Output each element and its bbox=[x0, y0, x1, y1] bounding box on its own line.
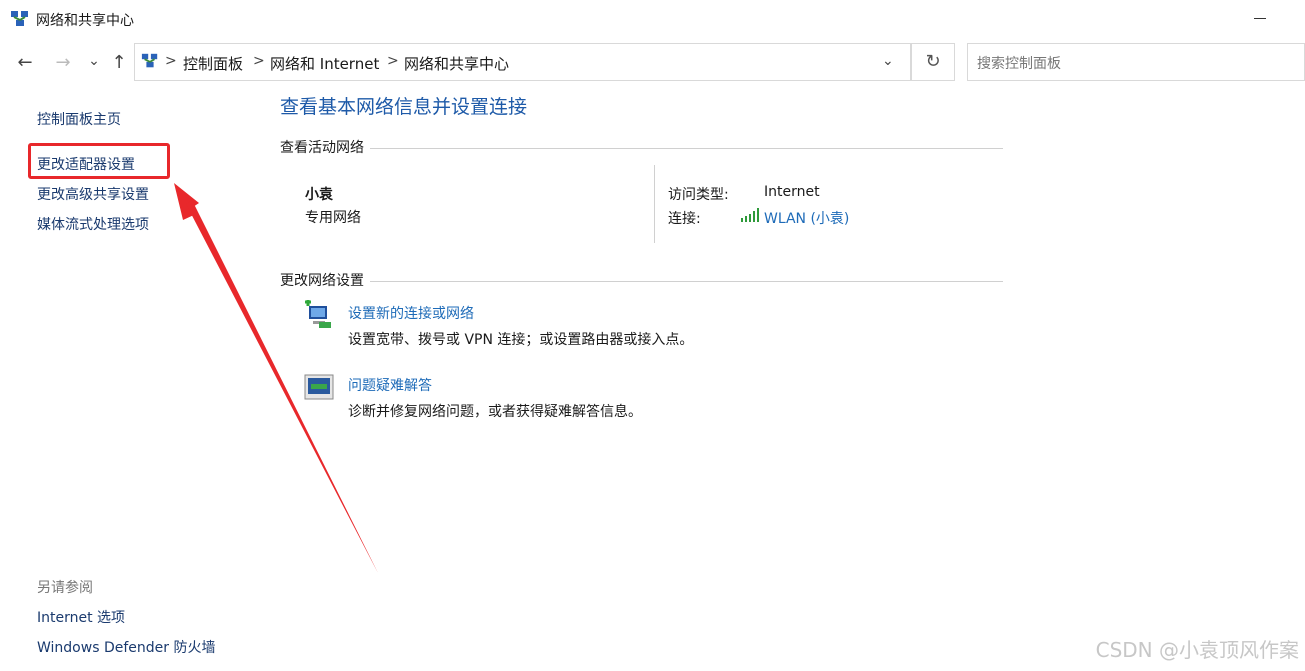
see-also-firewall[interactable]: Windows Defender 防火墙 bbox=[37, 637, 215, 657]
breadcrumb-network-center[interactable]: 网络和共享中心 bbox=[404, 53, 509, 74]
connection-label: 连接: bbox=[668, 211, 701, 227]
setup-new-connection-link[interactable]: 设置新的连接或网络 bbox=[348, 303, 474, 323]
title-bar bbox=[0, 0, 1305, 40]
vertical-divider bbox=[654, 165, 655, 243]
breadcrumb-separator: > bbox=[165, 53, 177, 69]
control-panel-icon bbox=[141, 53, 158, 68]
access-type-label: 访问类型: bbox=[668, 187, 729, 203]
watermark-text: CSDN @小袁顶风作案 bbox=[1095, 638, 1299, 662]
see-also-internet-options[interactable]: Internet 选项 bbox=[37, 607, 125, 627]
breadcrumb-separator: > bbox=[253, 53, 265, 69]
breadcrumb-separator: > bbox=[387, 53, 399, 69]
highlight-box bbox=[28, 143, 170, 179]
address-bar[interactable] bbox=[134, 43, 911, 81]
sidebar-item-home[interactable]: 控制面板主页 bbox=[37, 109, 121, 129]
breadcrumb-control-panel[interactable]: 控制面板 bbox=[183, 53, 243, 74]
section-divider bbox=[280, 148, 1003, 149]
change-settings-heading: 更改网络设置 bbox=[280, 270, 370, 290]
new-connection-icon bbox=[305, 300, 331, 328]
troubleshoot-link[interactable]: 问题疑难解答 bbox=[348, 375, 432, 395]
setup-new-connection-description: 设置宽带、拨号或 VPN 连接；或设置路由器或接入点。 bbox=[348, 332, 694, 348]
see-also-heading: 另请参阅 bbox=[37, 580, 93, 596]
sidebar-item-media-streaming[interactable]: 媒体流式处理选项 bbox=[37, 214, 149, 234]
section-divider bbox=[280, 281, 1003, 282]
wifi-signal-icon bbox=[741, 208, 759, 222]
sidebar-item-advanced-sharing[interactable]: 更改高级共享设置 bbox=[37, 184, 149, 204]
network-name: 小袁 bbox=[305, 187, 333, 203]
refresh-button[interactable]: ↻ bbox=[911, 43, 955, 81]
window-title: 网络和共享中心 bbox=[36, 13, 134, 29]
search-placeholder: 搜索控制面板 bbox=[977, 56, 1061, 72]
connection-link-wlan[interactable]: WLAN (小袁) bbox=[764, 208, 849, 228]
recent-locations-button[interactable]: ⌄ bbox=[82, 50, 106, 72]
active-networks-heading: 查看活动网络 bbox=[280, 137, 370, 157]
minimize-icon[interactable] bbox=[1254, 18, 1266, 19]
forward-button[interactable]: → bbox=[51, 52, 75, 74]
address-dropdown-icon[interactable]: ⌄ bbox=[882, 53, 894, 69]
access-type-value: Internet bbox=[764, 184, 820, 200]
network-category: 专用网络 bbox=[305, 210, 361, 226]
page-title: 查看基本网络信息并设置连接 bbox=[280, 96, 528, 118]
breadcrumb-network-internet[interactable]: 网络和 Internet bbox=[270, 53, 379, 74]
network-center-icon bbox=[11, 11, 28, 26]
troubleshoot-description: 诊断并修复网络问题，或者获得疑难解答信息。 bbox=[348, 404, 642, 420]
troubleshoot-icon bbox=[304, 374, 334, 400]
back-button[interactable]: ← bbox=[13, 52, 37, 74]
up-button[interactable]: ↑ bbox=[107, 52, 131, 74]
